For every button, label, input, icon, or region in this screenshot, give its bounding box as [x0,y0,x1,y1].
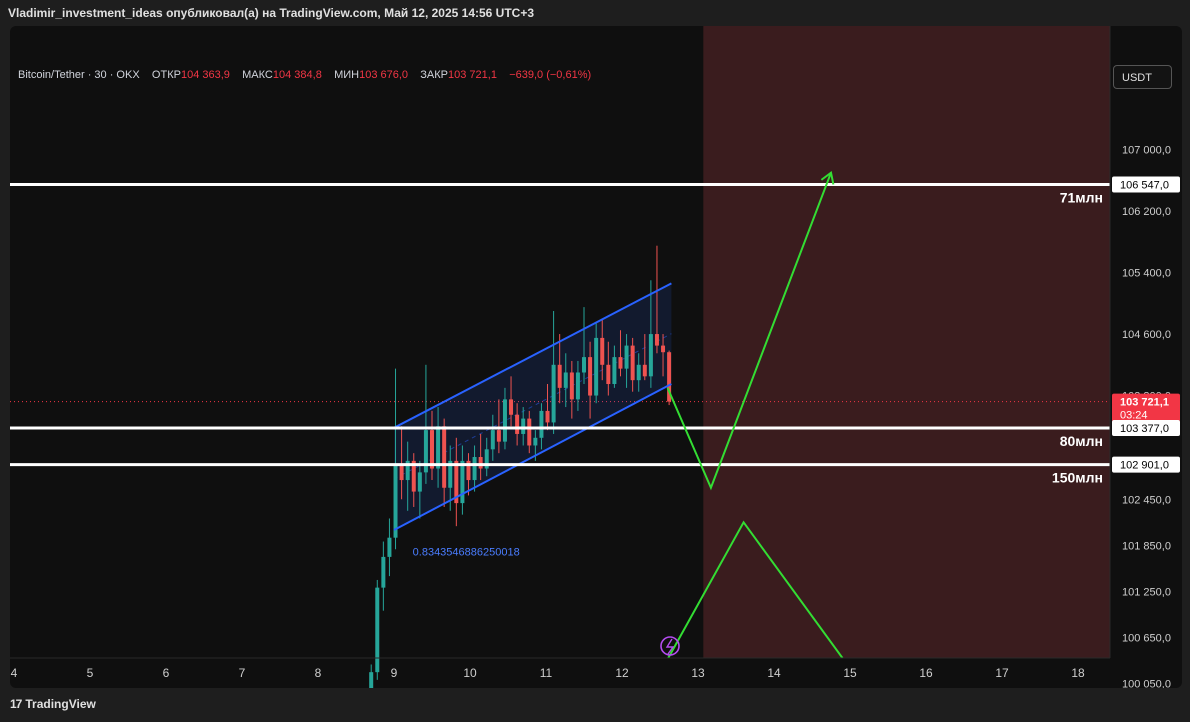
candle-body [563,372,568,388]
candle-body [606,364,611,385]
brand-name: TradingView [25,697,96,711]
candle-body [600,337,605,365]
candle-body [575,372,580,400]
time-tick-label: 4 [11,666,18,680]
candle-body [569,372,574,400]
candle-body [369,672,374,688]
candle-body [460,460,465,504]
time-tick-label: 6 [163,666,170,680]
time-tick-label: 14 [767,666,781,680]
candle-body [490,430,495,450]
candle-body [642,364,647,377]
level-annotation: 150млн [1052,470,1103,486]
symbol-legend: Bitcoin/Tether · 30 · OKX ОТКР104 363,9 … [18,69,591,81]
price-badge-label: 106 547,0 [1120,179,1169,191]
price-chart[interactable]: 0.834354688625001871млн80млн150млн109 00… [10,26,1182,688]
price-badge-label: 103 377,0 [1120,423,1169,435]
candle-body [399,464,404,481]
candle-body [539,410,544,438]
fib-ratio-label: 0.8343546886250018 [413,546,520,558]
high-label: МАКС [242,69,273,81]
time-tick-label: 5 [87,666,94,680]
candle-body [472,457,477,481]
tradingview-logo-icon: 17 [10,697,22,711]
publish-caption: Vladimir_investment_ideas опубликовал(а)… [8,6,535,20]
time-tick-label: 16 [919,666,933,680]
price-tick-label: 101 850,0 [1122,540,1171,552]
low-label: МИН [334,69,360,81]
price-tick-label: 106 200,0 [1122,206,1171,218]
candle-body [557,364,562,388]
close-value: 103 721,1 [448,69,497,81]
price-tick-label: 100 050,0 [1122,679,1171,688]
candle-body [393,464,398,538]
price-badge-countdown: 03:24 [1120,410,1148,422]
time-tick-label: 18 [1071,666,1085,680]
candle-body [661,345,666,353]
close-label: ЗАКР [420,69,448,81]
candle-body [509,399,514,415]
time-tick-label: 15 [843,666,857,680]
chart-frame[interactable]: 0.834354688625001871млн80млн150млн109 00… [10,26,1182,688]
price-tick-label: 107 000,0 [1122,145,1171,157]
candle-body [545,410,550,423]
candle-body [551,364,556,423]
candle-body [478,457,483,469]
candle-body [594,337,599,396]
candle-body [417,472,422,492]
candle-body [618,357,623,369]
symbol-name[interactable]: Bitcoin/Tether · 30 · OKX [18,69,140,81]
level-annotation: 80млн [1060,433,1103,449]
candle-body [612,357,617,385]
tradingview-brand[interactable]: 17 TradingView [10,697,96,711]
candle-body [648,334,653,377]
candle-body [436,426,441,469]
price-tick-label: 101 250,0 [1122,586,1171,598]
candle-body [521,418,526,434]
open-value: 104 363,9 [180,69,230,81]
candle-body [630,345,635,381]
time-tick-label: 13 [691,666,705,680]
time-tick-label: 8 [315,666,322,680]
candle-body [381,556,386,588]
open-label: ОТКР [151,69,181,81]
price-badge-label: 102 901,0 [1120,460,1169,472]
price-tick-label: 102 450,0 [1122,494,1171,506]
time-tick-label: 17 [995,666,1009,680]
candle-body [375,587,380,673]
currency-button[interactable]: USDT [1113,65,1172,89]
candle-body [582,357,586,373]
candle-body [527,418,532,446]
change-value: −639,0 (−0,61%) [509,69,592,81]
low-value: 103 676,0 [359,69,409,81]
time-tick-label: 12 [615,666,629,680]
candle-body [533,437,538,446]
candle-body [654,334,659,346]
candle-body [430,430,434,469]
candle-body [387,537,392,557]
candle-body [624,345,629,369]
price-tick-label: 100 650,0 [1122,633,1171,645]
forecast-zone [703,26,1110,658]
candle-body [588,357,593,396]
candle-body [515,414,520,434]
candle-body [502,399,507,442]
time-tick-label: 9 [391,666,398,680]
time-tick-label: 11 [540,666,553,680]
high-value: 104 384,8 [272,69,322,81]
price-badge-label: 103 721,1 [1120,397,1169,409]
price-tick-label: 105 400,0 [1122,268,1171,280]
candle-body [636,364,641,381]
time-tick-label: 7 [239,666,246,680]
price-tick-label: 104 600,0 [1122,329,1171,341]
level-annotation: 71млн [1060,189,1103,205]
candle-body [496,430,501,442]
time-tick-label: 10 [463,666,477,680]
candle-body [442,426,447,488]
